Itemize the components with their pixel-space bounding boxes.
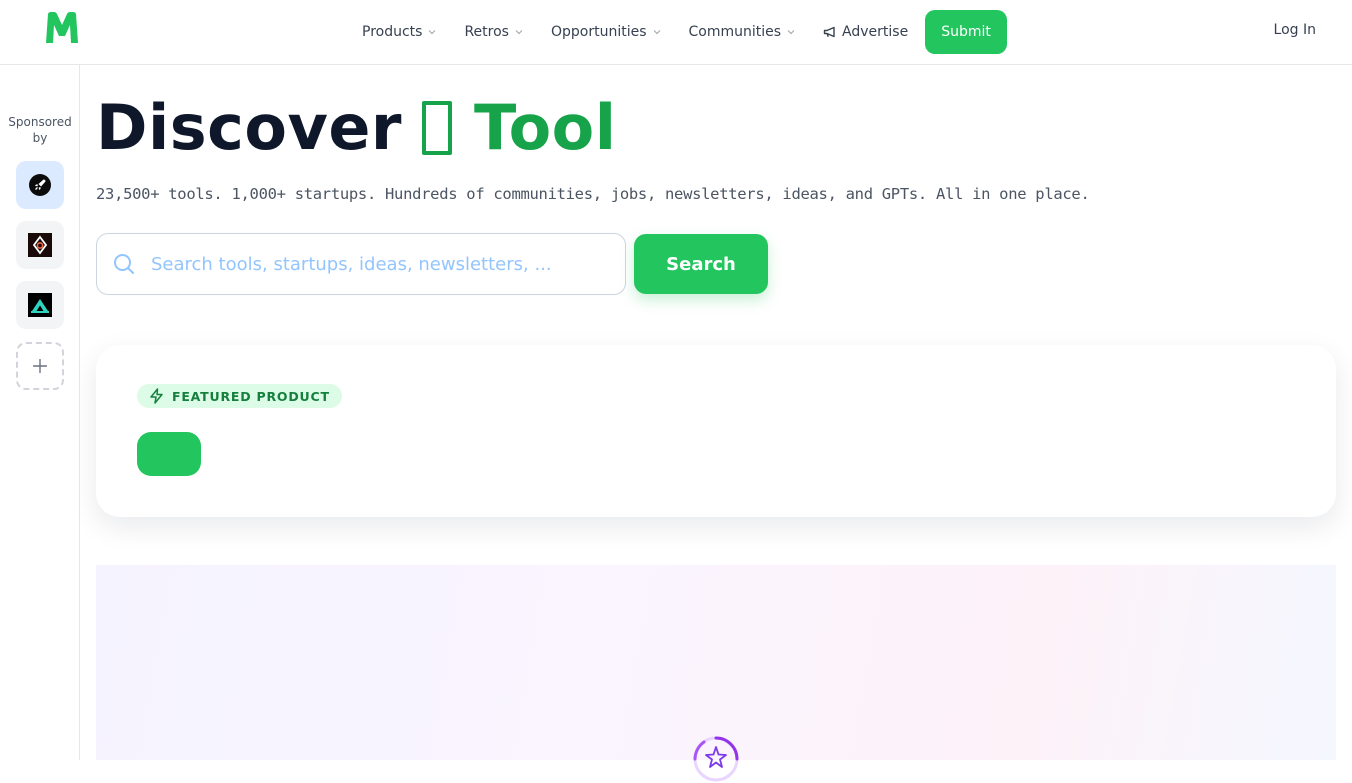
featured-badge-label: FEATURED PRODUCT bbox=[172, 388, 330, 404]
sponsor-sidebar: Sponsored by bbox=[0, 65, 80, 760]
lightning-icon bbox=[150, 388, 163, 404]
drop-logo-icon bbox=[28, 233, 52, 257]
missing-glyph-icon bbox=[422, 101, 453, 155]
nav-opportunities[interactable]: Opportunities bbox=[551, 24, 661, 40]
search-input[interactable] bbox=[151, 253, 591, 275]
title-word-tool: Tool bbox=[474, 91, 617, 164]
sponsor-tile-drop[interactable] bbox=[16, 221, 64, 269]
brand-logo-icon[interactable] bbox=[44, 11, 80, 45]
featured-product-card: FEATURED PRODUCT bbox=[96, 345, 1336, 517]
sponsor-tile-rocket[interactable] bbox=[16, 161, 64, 209]
nav-products-label: Products bbox=[362, 24, 423, 40]
triangle-logo-icon bbox=[28, 293, 52, 317]
search-icon bbox=[114, 254, 134, 274]
featured-product-badge: FEATURED PRODUCT bbox=[137, 384, 342, 408]
search-box[interactable] bbox=[96, 233, 626, 295]
chevron-down-icon bbox=[515, 30, 523, 35]
chevron-down-icon bbox=[787, 30, 795, 35]
nav-opportunities-label: Opportunities bbox=[550, 24, 647, 40]
nav-advertise-label: Advertise bbox=[842, 24, 909, 40]
lower-promo-section bbox=[96, 565, 1336, 782]
main-nav: Products Retros Opportunities Communitie… bbox=[362, 10, 1007, 54]
search-button[interactable]: Search bbox=[634, 234, 768, 294]
nav-products[interactable]: Products bbox=[362, 24, 436, 40]
title-word-discover: Discover bbox=[96, 91, 403, 164]
sponsored-by-label: Sponsored by bbox=[8, 115, 72, 145]
nav-communities-label: Communities bbox=[688, 24, 782, 40]
sparkle-loading-icon bbox=[693, 736, 739, 782]
nav-communities[interactable]: Communities bbox=[689, 24, 796, 40]
plus-icon bbox=[33, 359, 47, 373]
chevron-down-icon bbox=[653, 30, 660, 35]
login-link[interactable]: Log In bbox=[1274, 22, 1316, 38]
submit-button[interactable]: Submit bbox=[925, 10, 1007, 54]
add-sponsor-button[interactable] bbox=[16, 342, 64, 390]
nav-advertise[interactable]: Advertise bbox=[823, 24, 908, 40]
nav-retros[interactable]: Retros bbox=[464, 24, 523, 40]
hero-subtitle: 23,500+ tools. 1,000+ startups. Hundreds… bbox=[96, 185, 1090, 203]
nav-retros-label: Retros bbox=[464, 24, 509, 40]
sponsor-tile-triangle[interactable] bbox=[16, 281, 64, 329]
page-title: Discover Tool bbox=[96, 92, 617, 164]
chevron-down-icon bbox=[429, 30, 436, 35]
megaphone-icon bbox=[823, 26, 835, 38]
rocket-icon bbox=[29, 174, 51, 196]
top-navbar: Products Retros Opportunities Communitie… bbox=[0, 0, 1352, 65]
featured-product-button[interactable] bbox=[137, 432, 201, 476]
